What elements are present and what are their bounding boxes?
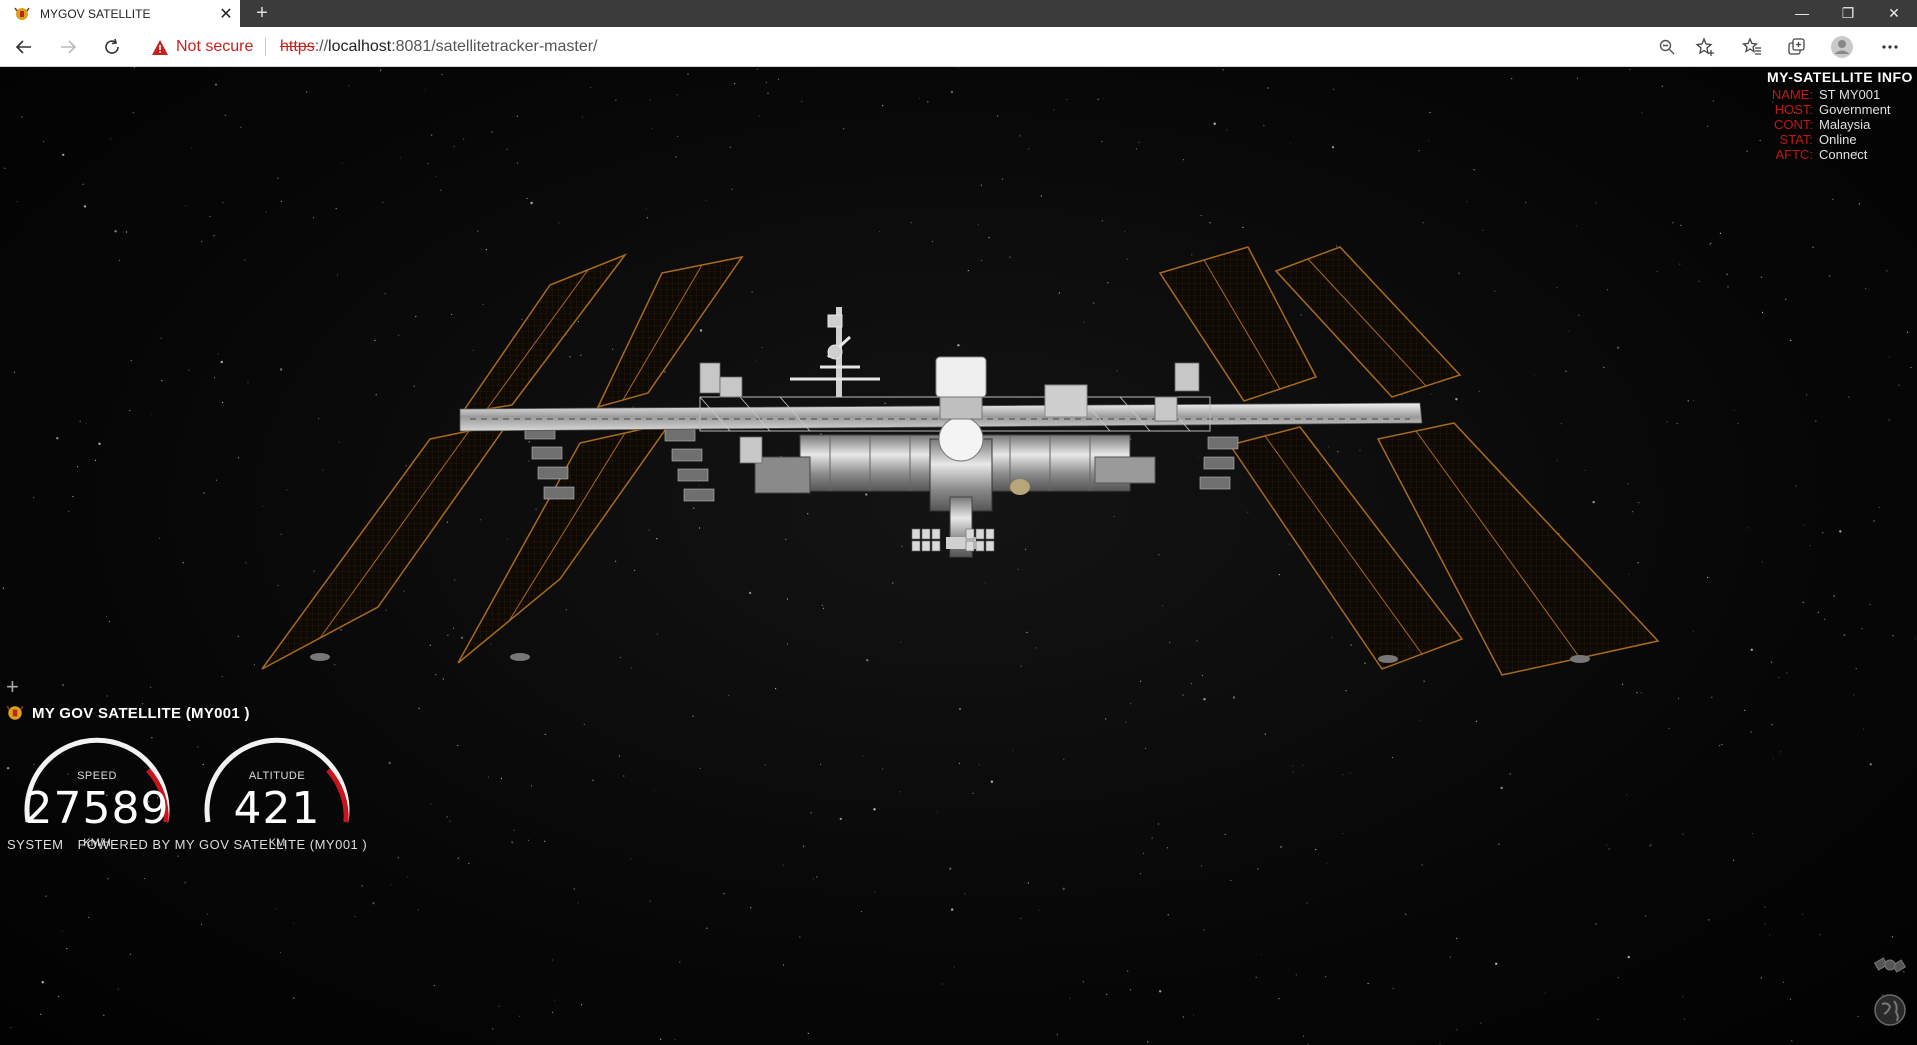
security-indicator[interactable]: Not secure — [152, 38, 253, 56]
altitude-label: ALTITUDE — [248, 770, 306, 782]
solar-array-upper-right — [1158, 246, 1462, 402]
satellite-info-panel: MY-SATELLITE INFO NAME: ST MY001 HOST: G… — [1767, 69, 1917, 162]
new-tab-icon[interactable]: + — [251, 2, 273, 24]
close-window-icon[interactable]: ✕ — [1871, 0, 1917, 27]
satellite-icon[interactable] — [1872, 947, 1908, 983]
altitude-value: 421 — [233, 783, 321, 834]
info-row: CONT: Malaysia — [1767, 117, 1917, 132]
profile-avatar-icon[interactable] — [1826, 31, 1858, 63]
url-field[interactable]: https://localhost:8081/satellitetracker-… — [280, 38, 598, 56]
restore-icon[interactable]: ❐ — [1825, 0, 1871, 27]
info-heading: MY-SATELLITE INFO — [1767, 69, 1913, 85]
info-row: AFTC: Connect — [1767, 147, 1917, 162]
footer-powered-by: POWERED BY MY GOV SATELLITE (MY001 ) — [77, 837, 368, 852]
tab-close-icon[interactable]: ✕ — [212, 4, 240, 24]
satellite-title-text: MY GOV SATELLITE (MY001 ) — [32, 704, 250, 722]
info-value: Online — [1819, 132, 1857, 147]
address-separator — [265, 38, 266, 56]
info-key: HOST: — [1774, 102, 1813, 117]
warning-icon — [152, 39, 168, 55]
url-protocol: https — [280, 38, 315, 55]
info-key: AFTC: — [1775, 147, 1813, 162]
info-row: NAME: ST MY001 — [1767, 87, 1917, 102]
info-value: Connect — [1819, 147, 1868, 162]
globe-icon[interactable] — [1872, 992, 1908, 1028]
zoom-icon[interactable] — [1651, 31, 1683, 63]
info-key: STAT: — [1779, 132, 1813, 147]
collections-icon[interactable] — [1781, 31, 1813, 63]
url-host: localhost — [328, 38, 392, 55]
favorite-add-icon[interactable] — [1689, 31, 1721, 63]
back-icon[interactable] — [8, 31, 40, 63]
info-value: Malaysia — [1819, 117, 1871, 132]
coat-of-arms-icon — [6, 705, 24, 720]
solar-array-lower-left — [261, 421, 672, 670]
altitude-gauge: ALTITUDE 421 KM — [192, 730, 362, 850]
address-bar: Not secure https://localhost:8081/satell… — [0, 27, 1917, 67]
footer-system: SYSTEM — [7, 837, 64, 852]
info-value: ST MY001 — [1819, 87, 1881, 102]
refresh-icon[interactable] — [96, 31, 128, 63]
browser-tab[interactable]: MYGOV SATELLITE ✕ — [0, 0, 240, 27]
info-row: STAT: Online — [1767, 132, 1917, 147]
security-label: Not secure — [176, 38, 254, 55]
minimize-icon[interactable]: — — [1779, 0, 1825, 27]
space-station-model — [261, 246, 1660, 676]
tab-title: MYGOV SATELLITE — [40, 6, 151, 21]
favorites-icon[interactable] — [1736, 31, 1768, 63]
info-key: CONT: — [1774, 117, 1813, 132]
url-path: :8081/satellitetracker-master/ — [391, 38, 598, 55]
speed-gauge: SPEED 27589 KM/H — [12, 730, 182, 850]
coat-of-arms-icon — [14, 7, 30, 20]
info-row: HOST: Government — [1767, 102, 1917, 117]
crosshair-plus-icon[interactable]: + — [6, 676, 19, 698]
speed-value: 27589 — [24, 783, 170, 834]
info-key: NAME: — [1771, 87, 1813, 102]
satellite-viewport[interactable]: MY-SATELLITE INFO NAME: ST MY001 HOST: G… — [0, 67, 1917, 1045]
info-value: Government — [1819, 102, 1891, 117]
forward-icon[interactable] — [52, 31, 84, 63]
more-menu-icon[interactable] — [1874, 31, 1906, 63]
satellite-title: MY GOV SATELLITE (MY001 ) — [6, 704, 250, 722]
tab-strip: MYGOV SATELLITE ✕ + — ❐ ✕ — [0, 0, 1917, 27]
status-footer: SYSTEM POWERED BY MY GOV SATELLITE (MY00… — [7, 837, 367, 852]
speed-label: SPEED — [77, 770, 117, 782]
solar-array-lower-right — [1228, 422, 1660, 676]
robotic-arm — [790, 307, 880, 397]
